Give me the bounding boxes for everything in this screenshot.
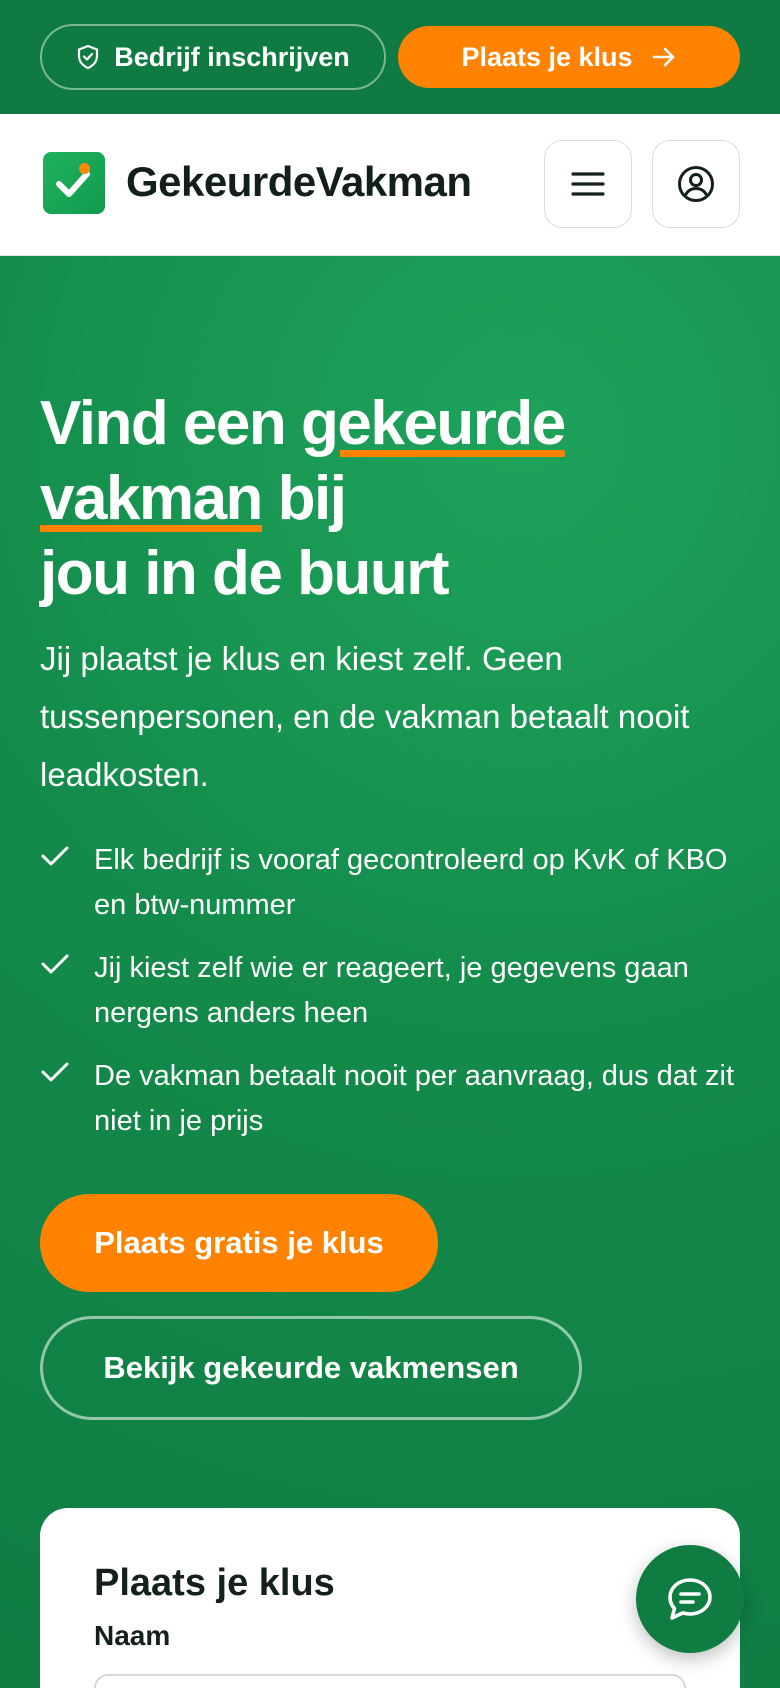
list-item: Jij kiest zelf wie er reageert, je gegev…: [40, 946, 740, 1036]
site-header: GekeurdeVakman: [0, 114, 780, 256]
hero-subtitle: Jij plaatst je klus en kiest zelf. Geen …: [40, 640, 690, 793]
top-bar: Bedrijf inschrijven Plaats je klus: [0, 0, 780, 114]
checkmark-icon: [41, 1062, 69, 1082]
form-title: Plaats je klus: [94, 1562, 335, 1604]
register-company-label: Bedrijf inschrijven: [114, 41, 350, 72]
register-company-button[interactable]: Bedrijf inschrijven: [40, 24, 386, 90]
brand-name[interactable]: GekeurdeVakman: [126, 158, 472, 206]
hero-title-part: bij: [261, 464, 347, 533]
hero-title: Vind een gekeurde vakman bij jou in de b…: [40, 386, 740, 611]
feature-text: Elk bedrijf is vooraf gecontroleerd op K…: [94, 844, 728, 921]
hero-title-part: jou in de buurt: [40, 539, 450, 608]
account-button[interactable]: [652, 140, 740, 228]
list-item: De vakman betaalt nooit per aanvraag, du…: [40, 1054, 740, 1144]
user-circle-icon: [678, 166, 714, 202]
hamburger-menu-icon: [571, 172, 605, 196]
post-job-free-button[interactable]: Plaats gratis je klus: [40, 1194, 438, 1292]
logo-accent-dot: [79, 163, 90, 174]
hero-title-part: Vind een: [40, 389, 301, 458]
hero-title-highlight: vakman: [40, 464, 263, 533]
feature-text: Jij kiest zelf wie er reageert, je gegev…: [94, 952, 689, 1029]
feature-text: De vakman betaalt nooit per aanvraag, du…: [94, 1060, 734, 1137]
chat-button[interactable]: [636, 1545, 744, 1653]
hero-section: Vind een gekeurde vakman bij jou in de b…: [0, 256, 780, 1688]
list-item: Elk bedrijf is vooraf gecontroleerd op K…: [40, 838, 740, 928]
post-job-form-card: Plaats je klus Naam: [40, 1508, 740, 1688]
menu-button[interactable]: [544, 140, 632, 228]
checkmark-icon: [41, 846, 69, 866]
checkmark-logo-icon[interactable]: [43, 152, 105, 214]
shield-check-icon: [78, 44, 99, 70]
checkmark-icon: [41, 954, 69, 974]
view-professionals-button[interactable]: Bekijk gekeurde vakmensen: [40, 1316, 582, 1420]
name-label: Naam: [94, 1620, 171, 1651]
chat-bubble-icon: [668, 1578, 712, 1620]
post-job-top-button[interactable]: Plaats je klus: [398, 26, 740, 88]
name-field[interactable]: [94, 1674, 686, 1688]
post-job-top-label: Plaats je klus: [461, 41, 633, 72]
arrow-right-icon: [652, 47, 674, 67]
feature-list: Elk bedrijf is vooraf gecontroleerd op K…: [40, 838, 740, 1162]
hero-title-highlight: gekeurde: [301, 389, 566, 458]
